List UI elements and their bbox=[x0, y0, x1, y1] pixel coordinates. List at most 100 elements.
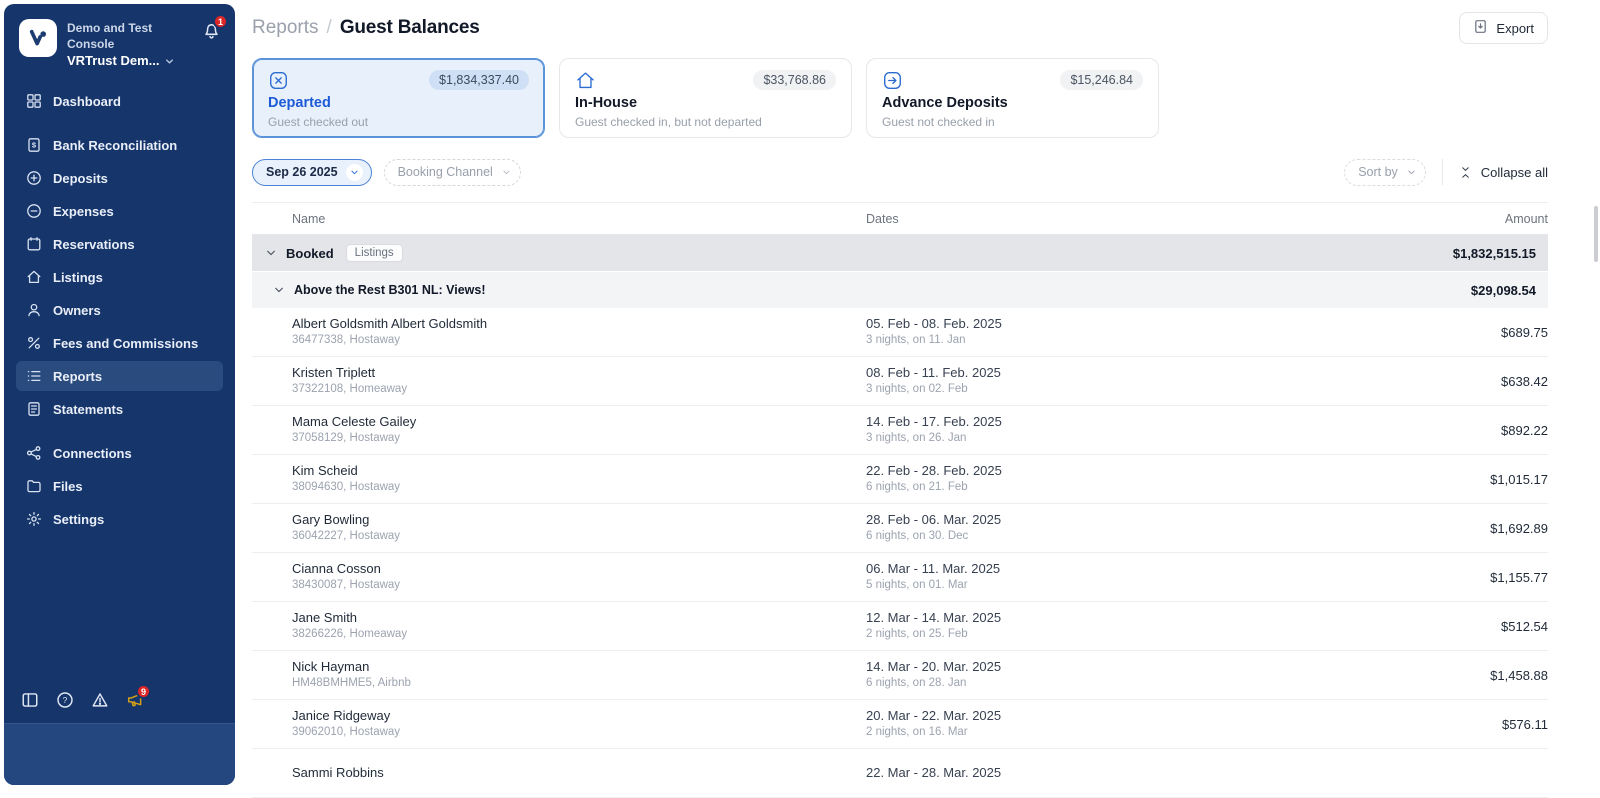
sidebar-item-connections[interactable]: Connections bbox=[16, 438, 223, 468]
sidebar: Demo and Test Console VRTrust Dem... 1 D… bbox=[4, 4, 235, 785]
main-content: Reports / Guest Balances Export $1,834,3… bbox=[252, 0, 1548, 798]
guest-name: Nick Hayman bbox=[292, 659, 866, 675]
card-amount-badge: $1,834,337.40 bbox=[429, 70, 529, 90]
booking-channel-filter[interactable]: Booking Channel bbox=[384, 159, 521, 186]
sidebar-item-owners[interactable]: Owners bbox=[16, 295, 223, 325]
guest-name: Jane Smith bbox=[292, 610, 866, 626]
breadcrumb: Reports / Guest Balances bbox=[252, 17, 480, 39]
column-dates[interactable]: Dates bbox=[866, 212, 1505, 226]
calendar-icon bbox=[26, 236, 42, 252]
card-in-house[interactable]: $33,768.86 In-House Guest checked in, bu… bbox=[559, 58, 852, 138]
guest-amount: $1,155.77 bbox=[1490, 570, 1548, 585]
guest-row[interactable]: Kim Scheid 38094630, Hostaway 22. Feb - … bbox=[252, 455, 1548, 504]
help-icon[interactable]: ? bbox=[56, 691, 74, 709]
card-departed[interactable]: $1,834,337.40 Departed Guest checked out bbox=[252, 58, 545, 138]
sidebar-item-reports[interactable]: Reports bbox=[16, 361, 223, 391]
guest-nights: 2 nights, on 25. Feb bbox=[866, 627, 1501, 642]
gear-icon bbox=[26, 511, 42, 527]
breadcrumb-reports[interactable]: Reports bbox=[252, 17, 319, 39]
guest-dates: 22. Feb - 28. Feb. 2025 bbox=[866, 463, 1490, 479]
guest-row[interactable]: Cianna Cosson 38430087, Hostaway 06. Mar… bbox=[252, 553, 1548, 602]
deposit-icon bbox=[26, 170, 42, 186]
folder-icon bbox=[26, 478, 42, 494]
guest-amount: $892.22 bbox=[1501, 423, 1548, 438]
guest-name: Janice Ridgeway bbox=[292, 708, 866, 724]
bank-icon: $ bbox=[26, 137, 42, 153]
notifications-bell-icon[interactable]: 1 bbox=[202, 21, 221, 45]
sidebar-item-expenses[interactable]: Expenses bbox=[16, 196, 223, 226]
guest-dates: 06. Mar - 11. Mar. 2025 bbox=[866, 561, 1490, 577]
guest-dates: 12. Mar - 14. Mar. 2025 bbox=[866, 610, 1501, 626]
guest-amount: $689.75 bbox=[1501, 325, 1548, 340]
sidebar-item-label: Statements bbox=[53, 402, 123, 417]
group-tag: Listings bbox=[346, 244, 403, 262]
date-filter[interactable]: Sep 26 2025 bbox=[252, 159, 372, 186]
app-logo[interactable] bbox=[19, 19, 57, 57]
sidebar-item-statements[interactable]: Statements bbox=[16, 394, 223, 424]
chevron-down-icon[interactable] bbox=[264, 246, 278, 260]
table-header: Name Dates Amount bbox=[252, 203, 1548, 235]
guest-row[interactable]: Gary Bowling 36042227, Hostaway 28. Feb … bbox=[252, 504, 1548, 553]
box-x-icon bbox=[268, 70, 289, 91]
page-title: Guest Balances bbox=[340, 17, 480, 39]
card-title: In-House bbox=[575, 95, 836, 111]
guest-reference: 37322108, Homeaway bbox=[292, 382, 866, 397]
alerts-icon[interactable] bbox=[91, 691, 109, 709]
guest-row[interactable]: Janice Ridgeway 39062010, Hostaway 20. M… bbox=[252, 700, 1548, 749]
scrollbar-thumb[interactable] bbox=[1594, 206, 1598, 262]
guest-dates: 08. Feb - 11. Feb. 2025 bbox=[866, 365, 1501, 381]
sort-by-dropdown[interactable]: Sort by bbox=[1344, 159, 1426, 186]
sidebar-item-bank-reconciliation[interactable]: $Bank Reconciliation bbox=[16, 130, 223, 160]
chevron-down-icon[interactable] bbox=[272, 283, 286, 297]
group-row-booked[interactable]: Booked Listings $1,832,515.15 bbox=[252, 235, 1548, 271]
listing-row[interactable]: Above the Rest B301 NL: Views! $29,098.5… bbox=[252, 272, 1548, 308]
sidebar-item-settings[interactable]: Settings bbox=[16, 504, 223, 534]
guest-row[interactable]: Jane Smith 38266226, Homeaway 12. Mar - … bbox=[252, 602, 1548, 651]
collapse-all-button[interactable]: Collapse all bbox=[1459, 165, 1548, 180]
card-title: Departed bbox=[268, 95, 529, 111]
guest-reference: 37058129, Hostaway bbox=[292, 431, 866, 446]
guest-nights: 6 nights, on 28. Jan bbox=[866, 676, 1490, 691]
sidebar-footer-icons: ?9 bbox=[4, 679, 235, 723]
group-amount: $1,832,515.15 bbox=[1453, 246, 1536, 261]
sidebar-item-label: Fees and Commissions bbox=[53, 336, 198, 351]
breadcrumb-separator: / bbox=[327, 17, 332, 39]
card-title: Advance Deposits bbox=[882, 95, 1143, 111]
guest-row[interactable]: Nick Hayman HM48BMHME5, Airbnb 14. Mar -… bbox=[252, 651, 1548, 700]
guest-nights: 3 nights, on 02. Feb bbox=[866, 382, 1501, 397]
divider bbox=[1442, 159, 1443, 185]
sidebar-item-deposits[interactable]: Deposits bbox=[16, 163, 223, 193]
sidebar-item-label: Files bbox=[53, 479, 83, 494]
account-switcher[interactable]: VRTrust Dem... bbox=[67, 52, 190, 70]
column-amount[interactable]: Amount bbox=[1505, 212, 1548, 226]
guest-amount: $576.11 bbox=[1502, 717, 1548, 732]
sidebar-item-label: Expenses bbox=[53, 204, 114, 219]
sidebar-item-listings[interactable]: Listings bbox=[16, 262, 223, 292]
sidebar-item-label: Listings bbox=[53, 270, 103, 285]
group-label: Booked bbox=[286, 246, 334, 261]
sidebar-nav: Dashboard $Bank ReconciliationDeposits Exp… bbox=[4, 78, 235, 548]
guest-row[interactable]: Kristen Triplett 37322108, Homeaway 08. … bbox=[252, 357, 1548, 406]
sidebar-item-files[interactable]: Files bbox=[16, 471, 223, 501]
chevron-down-icon bbox=[501, 167, 512, 178]
sidebar-item-reservations[interactable]: Reservations bbox=[16, 229, 223, 259]
sidebar-item-label: Owners bbox=[53, 303, 101, 318]
guest-nights: 3 nights, on 26. Jan bbox=[866, 431, 1501, 446]
guest-row[interactable]: Mama Celeste Gailey 37058129, Hostaway 1… bbox=[252, 406, 1548, 455]
summary-cards: $1,834,337.40 Departed Guest checked out… bbox=[252, 58, 1548, 138]
sidebar-item-label: Settings bbox=[53, 512, 104, 527]
card-advance-deposits[interactable]: $15,246.84 Advance Deposits Guest not ch… bbox=[866, 58, 1159, 138]
guest-name: Cianna Cosson bbox=[292, 561, 866, 577]
collapse-sidebar-icon[interactable] bbox=[21, 691, 39, 709]
export-button[interactable]: Export bbox=[1459, 12, 1548, 44]
connections-icon bbox=[26, 445, 42, 461]
statement-icon bbox=[26, 401, 42, 417]
guest-reference: 36042227, Hostaway bbox=[292, 529, 866, 544]
sidebar-item-fees-and-commissions[interactable]: Fees and Commissions bbox=[16, 328, 223, 358]
guest-row[interactable]: Albert Goldsmith Albert Goldsmith 364773… bbox=[252, 308, 1548, 357]
guest-name: Sammi Robbins bbox=[292, 765, 866, 781]
guest-row[interactable]: Sammi Robbins 22. Mar - 28. Mar. 2025 bbox=[252, 749, 1548, 798]
column-name[interactable]: Name bbox=[292, 212, 866, 226]
announcements-icon[interactable]: 9 bbox=[126, 691, 144, 709]
sidebar-item-dashboard[interactable]: Dashboard bbox=[16, 86, 223, 116]
